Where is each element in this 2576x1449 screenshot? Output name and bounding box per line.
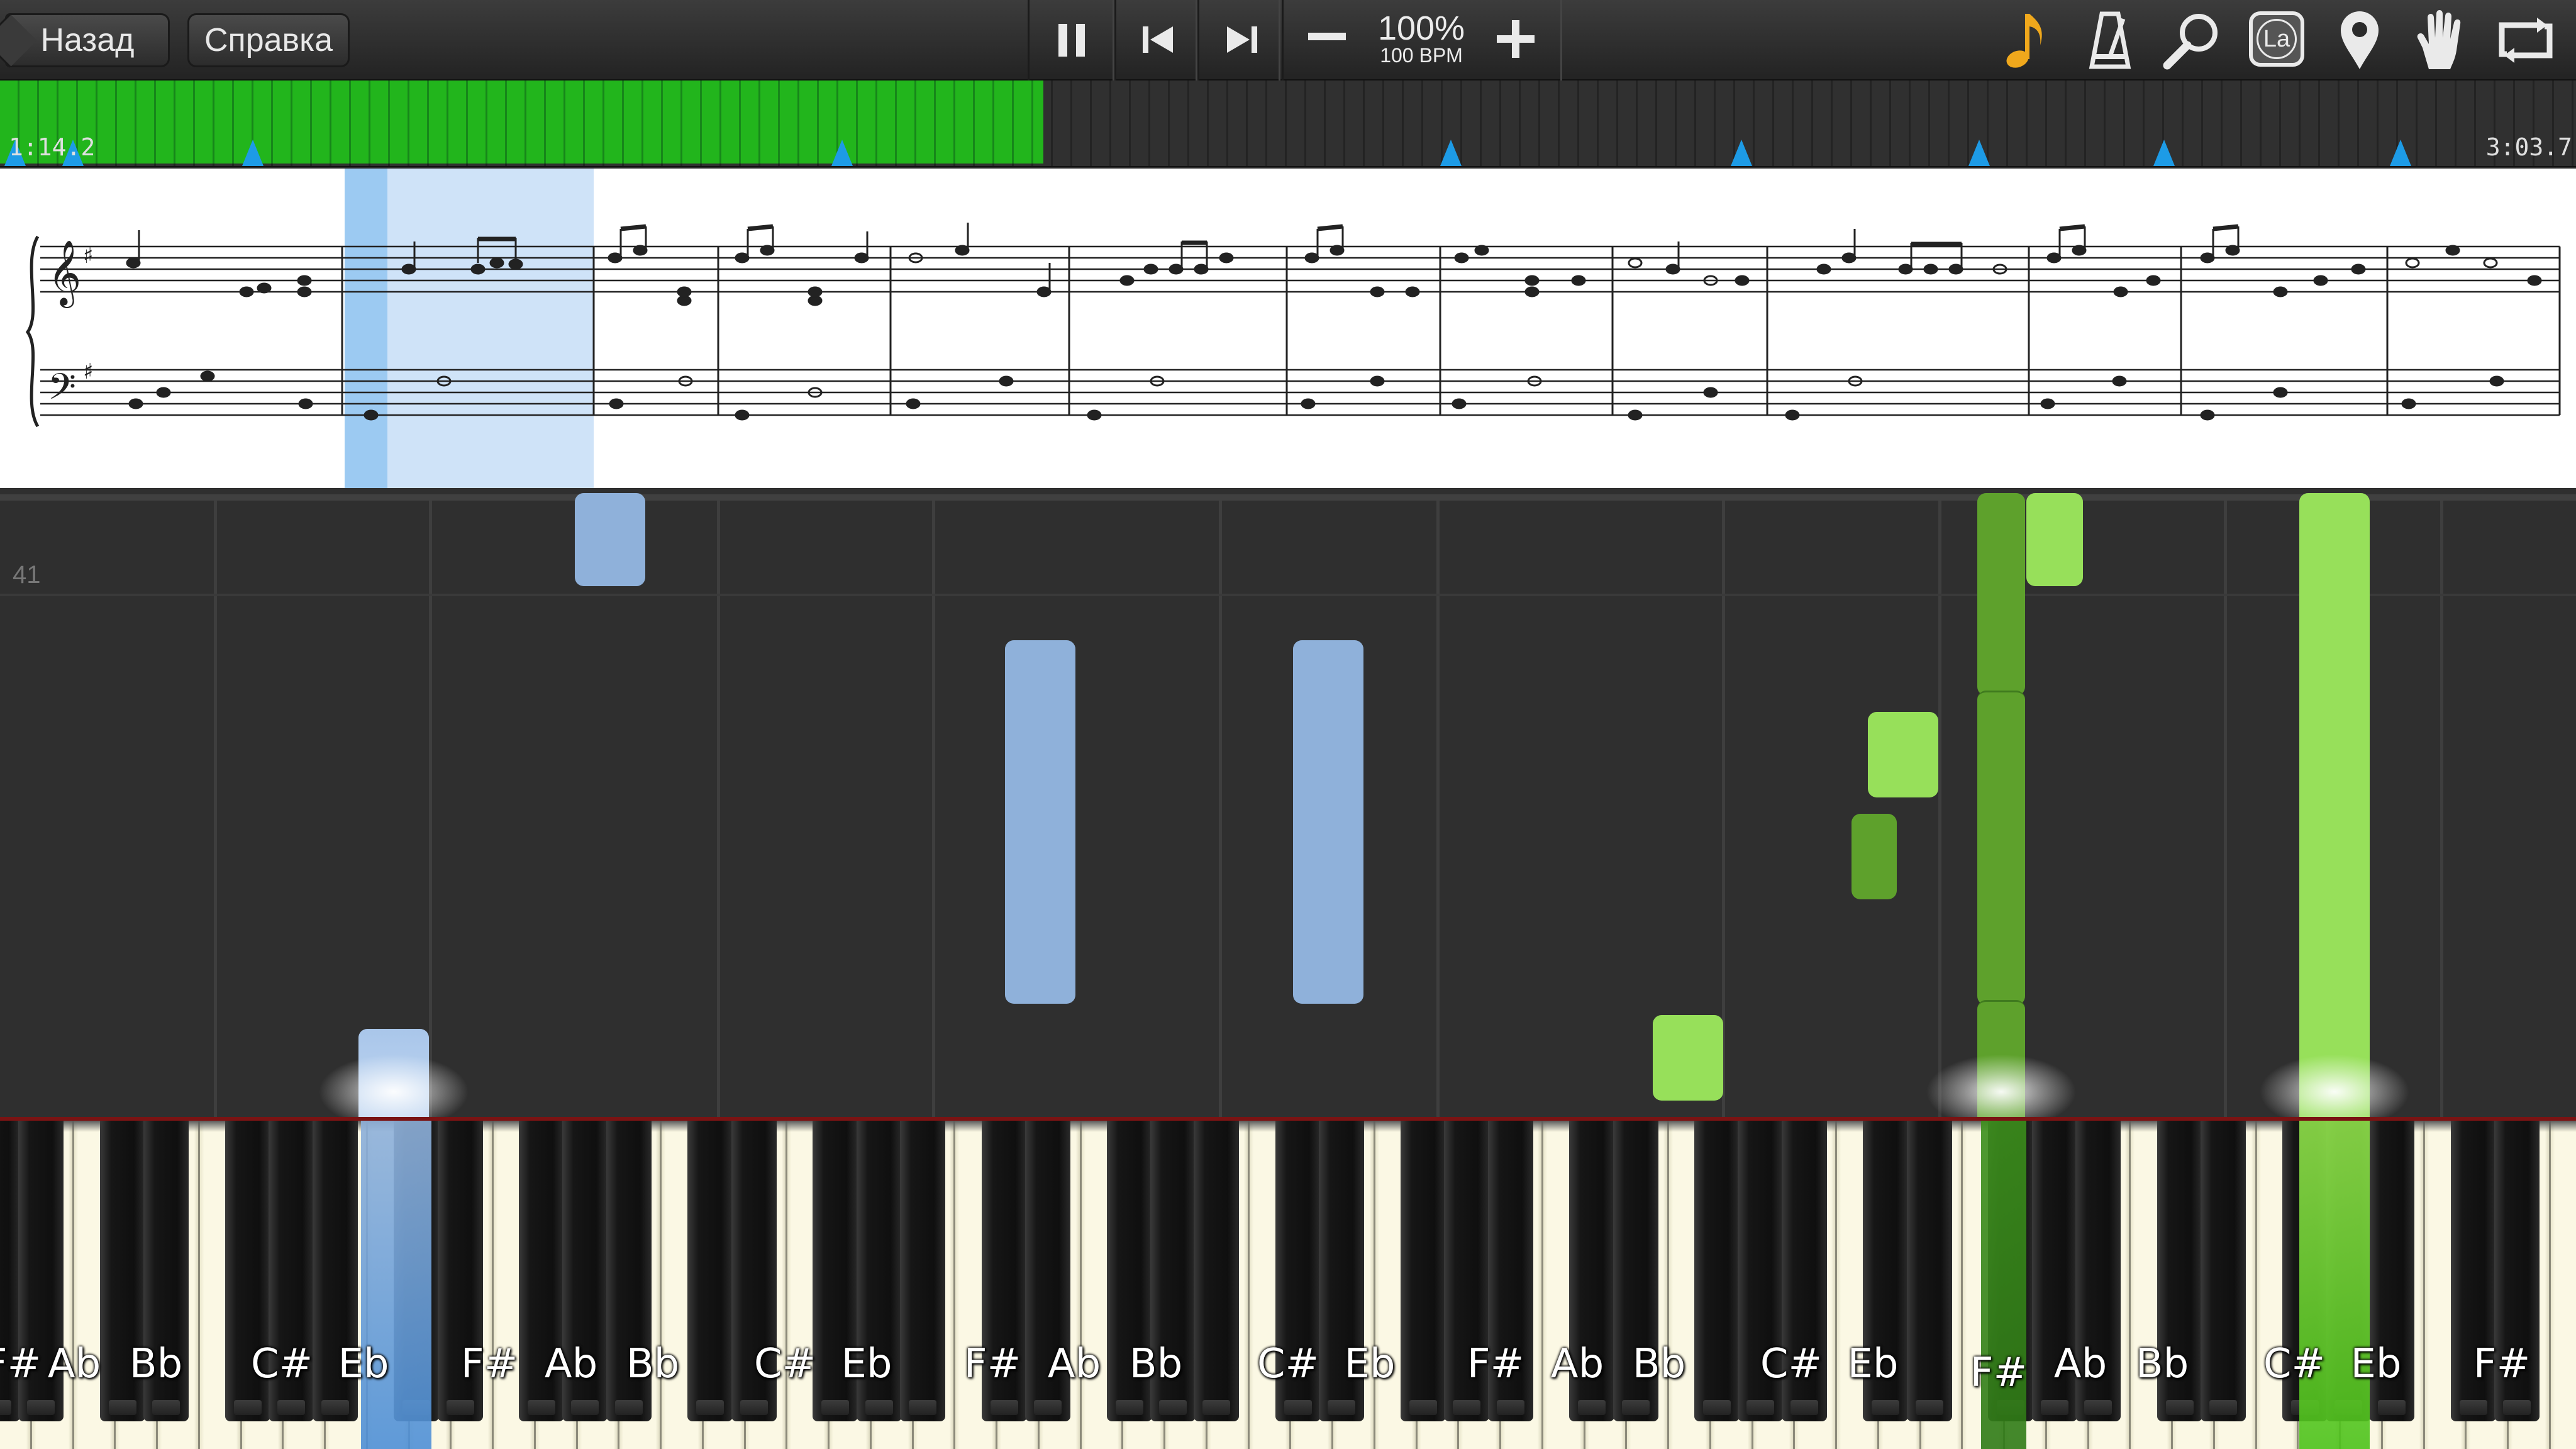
help-button[interactable]: Справка: [187, 13, 350, 67]
key-label: Ab: [47, 1341, 101, 1387]
right-hand-note: [1653, 1015, 1723, 1101]
right-hand-note: [1868, 712, 1938, 797]
score-notation: 𝄞 𝄢 ♯ ♯: [25, 223, 2561, 428]
measure-line: [0, 594, 2576, 596]
back-button-label: Назад: [40, 22, 135, 58]
key-label: C#: [250, 1341, 313, 1387]
key-label: Eb: [1344, 1341, 1396, 1387]
svg-text:𝄢: 𝄢: [48, 365, 76, 417]
key-label: Bb: [129, 1341, 183, 1387]
black-key[interactable]: [2201, 1121, 2246, 1421]
top-toolbar: Назад Справка 100% 100 BPM La: [0, 0, 2576, 80]
svg-text:♯: ♯: [83, 243, 93, 269]
key-label: C#: [753, 1341, 816, 1387]
metronome-icon[interactable]: [2087, 10, 2133, 70]
key-label: Eb: [338, 1341, 389, 1387]
key-label: Bb: [1632, 1341, 1686, 1387]
search-icon[interactable]: [2162, 10, 2223, 70]
key-label: Ab: [2053, 1341, 2107, 1387]
bookmark-marker[interactable]: [2390, 140, 2411, 166]
skip-back-button[interactable]: [1114, 0, 1197, 80]
bookmark-marker[interactable]: [831, 140, 853, 166]
pressed-key-highlight: [1981, 1121, 2026, 1449]
svg-text:♯: ♯: [83, 359, 93, 384]
note-icon[interactable]: [2004, 10, 2048, 70]
white-key[interactable]: [2550, 1121, 2576, 1449]
right-hand-note: [1852, 814, 1897, 899]
bookmark-marker[interactable]: [1968, 140, 1990, 166]
timeline-progress: [0, 80, 1043, 164]
total-time: 3:03.7: [2485, 133, 2572, 161]
key-label: Eb: [841, 1341, 892, 1387]
minus-icon[interactable]: [1308, 33, 1346, 40]
bookmark-marker[interactable]: [2153, 140, 2175, 166]
la-label: La: [2257, 19, 2297, 59]
left-hand-note: [575, 493, 645, 586]
falling-notes-area: 41: [0, 493, 2576, 1132]
tempo-percent: 100%: [1377, 9, 1465, 47]
key-label: Ab: [1047, 1341, 1101, 1387]
right-hand-note: [1977, 691, 2025, 1005]
skip-forward-button[interactable]: [1197, 0, 1280, 80]
bookmark-marker[interactable]: [1440, 140, 1462, 166]
skip-forward-icon: [1227, 26, 1257, 53]
plus-icon[interactable]: [1497, 20, 1535, 58]
key-label: Bb: [2135, 1341, 2189, 1387]
key-label: Eb: [2350, 1341, 2402, 1387]
bookmark-marker[interactable]: [1731, 140, 1752, 166]
key-label: Ab: [1550, 1341, 1604, 1387]
bookmark-marker[interactable]: [242, 140, 264, 166]
key-label: C#: [1257, 1341, 1319, 1387]
help-button-label: Справка: [204, 22, 333, 58]
piano-keyboard[interactable]: F# Ab Bb C# Eb F# Ab Bb C# Eb F# Ab Bb C# Eb F# Ab Bb C# Eb…: [0, 1117, 2576, 1449]
skip-back-icon: [1143, 26, 1173, 53]
pressed-key-highlight: [361, 1121, 431, 1449]
key-label: F#: [2473, 1341, 2531, 1387]
right-hand-note: [1977, 493, 2025, 696]
key-label: Eb: [1847, 1341, 1899, 1387]
measure-number: 41: [13, 561, 41, 589]
location-pin-icon[interactable]: [2338, 9, 2381, 72]
key-label: F#: [963, 1341, 1021, 1387]
key-label: F#: [460, 1341, 518, 1387]
pause-button[interactable]: [1028, 0, 1114, 80]
left-hand-note: [1005, 640, 1075, 1004]
pressed-key-highlight: [2299, 1121, 2370, 1449]
right-hand-note: [2026, 493, 2083, 586]
la-icon[interactable]: La: [2249, 11, 2304, 67]
svg-text:𝄞: 𝄞: [48, 240, 81, 308]
key-label: C#: [2263, 1341, 2326, 1387]
sheet-music[interactable]: 𝄞 𝄢 ♯ ♯: [0, 169, 2576, 488]
hand-icon[interactable]: [2415, 9, 2469, 72]
timeline-bar[interactable]: 1:14.2 3:03.7: [0, 80, 2576, 167]
key-label: F#: [1467, 1341, 1524, 1387]
key-label: Bb: [1129, 1341, 1183, 1387]
black-key[interactable]: [1194, 1121, 1240, 1421]
key-label: Ab: [544, 1341, 598, 1387]
back-button[interactable]: Назад: [5, 13, 170, 67]
left-hand-note: [1293, 640, 1363, 1004]
loop-icon[interactable]: [2497, 16, 2555, 64]
current-time: 1:14.2: [9, 133, 96, 161]
pause-icon: [1056, 24, 1089, 57]
key-label: F#: [1970, 1350, 2028, 1396]
key-label: C#: [1760, 1341, 1823, 1387]
right-hand-note: [2299, 493, 2370, 1132]
key-label: Bb: [626, 1341, 680, 1387]
tempo-bpm: 100 BPM: [1380, 44, 1463, 67]
